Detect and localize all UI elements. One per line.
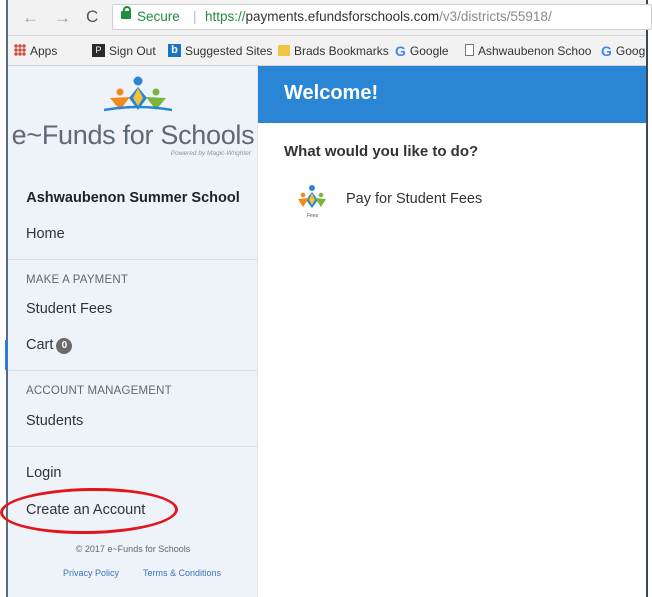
address-bar[interactable]: Secure | https://payments.efundsforschoo…: [112, 4, 652, 30]
pay-student-fees-label: Pay for Student Fees: [346, 191, 483, 207]
url-protocol: https://: [205, 9, 246, 24]
bookmarks-bar: Apps P Sign Out b Suggested Sites Brads Bo…: [8, 36, 646, 66]
welcome-header: Welcome!: [258, 66, 646, 123]
bing-icon: b: [168, 44, 181, 57]
bookmark-apps[interactable]: Apps: [14, 44, 57, 58]
bookmark-label: Brads Bookmarks: [294, 44, 389, 58]
lock-icon: [121, 6, 131, 19]
google-icon: G: [601, 43, 612, 59]
bookmark-sign-out[interactable]: P Sign Out: [92, 44, 156, 58]
sidebar-divider: [8, 370, 258, 371]
window-frame-right: [646, 0, 648, 597]
fees-icon-caption: Fees: [307, 213, 319, 219]
reload-icon[interactable]: C: [86, 7, 98, 27]
forward-arrow-icon[interactable]: →: [54, 8, 71, 28]
logo-text[interactable]: e~Funds for Schools: [8, 120, 258, 150]
sidebar-item-cart[interactable]: Cart 0: [26, 337, 73, 354]
bookmark-label: Sign Out: [109, 44, 156, 58]
signout-site-icon: P: [92, 44, 105, 57]
account-management-heading: ACCOUNT MANAGEMENT: [26, 385, 172, 397]
fees-icon: [298, 185, 326, 208]
page-icon: [465, 44, 474, 56]
cart-label: Cart: [26, 337, 54, 353]
url-text: https://payments.efundsforschools.com/v3…: [205, 5, 552, 29]
bookmark-google[interactable]: G Google: [395, 44, 449, 58]
bookmark-ashwaubenon[interactable]: Ashwaubenon Schoo: [465, 44, 591, 58]
folder-icon: [278, 45, 290, 56]
browser-toolbar: ← → C Secure | https://payments.efundsfo…: [8, 0, 652, 36]
school-name: Ashwaubenon Summer School: [26, 190, 240, 206]
bookmark-label: Google: [409, 44, 449, 58]
sidebar-item-student-fees[interactable]: Student Fees: [26, 301, 112, 317]
bookmark-suggested-sites[interactable]: b Suggested Sites: [168, 44, 272, 58]
bookmark-brads-bookmarks[interactable]: Brads Bookmarks: [278, 44, 389, 58]
sidebar-item-home[interactable]: Home: [26, 226, 65, 242]
url-host: payments.efundsforschools.com: [245, 9, 440, 24]
cart-count-badge: 0: [56, 338, 73, 354]
bookmark-google-2[interactable]: G Goog: [601, 44, 645, 58]
terms-conditions-link[interactable]: Terms & Conditions: [143, 568, 221, 578]
prompt-heading: What would you like to do?: [284, 143, 479, 160]
url-separator: |: [193, 9, 197, 24]
secure-label: Secure: [137, 9, 180, 24]
apps-icon: [14, 44, 26, 56]
logo-subtitle: Powered by Magic-Wrighter: [170, 150, 251, 157]
page-title: Welcome!: [284, 82, 379, 104]
make-payment-heading: MAKE A PAYMENT: [26, 274, 129, 286]
bookmark-label: Goog: [615, 44, 646, 58]
sidebar-item-login[interactable]: Login: [26, 465, 61, 481]
copyright-text: © 2017 e~Funds for Schools: [75, 544, 191, 554]
sidebar-divider: [8, 446, 258, 447]
bookmark-label: Apps: [30, 44, 58, 58]
efunds-logo-icon[interactable]: [98, 76, 178, 116]
url-path: /v3/districts/55918/: [439, 9, 552, 24]
sidebar-divider: [8, 259, 258, 260]
pay-student-fees-option[interactable]: Fees Pay for Student Fees: [296, 184, 596, 224]
sidebar-item-students[interactable]: Students: [26, 413, 83, 429]
bookmark-label: Ashwaubenon Schoo: [478, 44, 592, 58]
google-icon: G: [395, 43, 406, 59]
bookmark-label: Suggested Sites: [185, 44, 273, 58]
back-arrow-icon[interactable]: ←: [22, 8, 39, 28]
privacy-policy-link[interactable]: Privacy Policy: [63, 568, 119, 578]
